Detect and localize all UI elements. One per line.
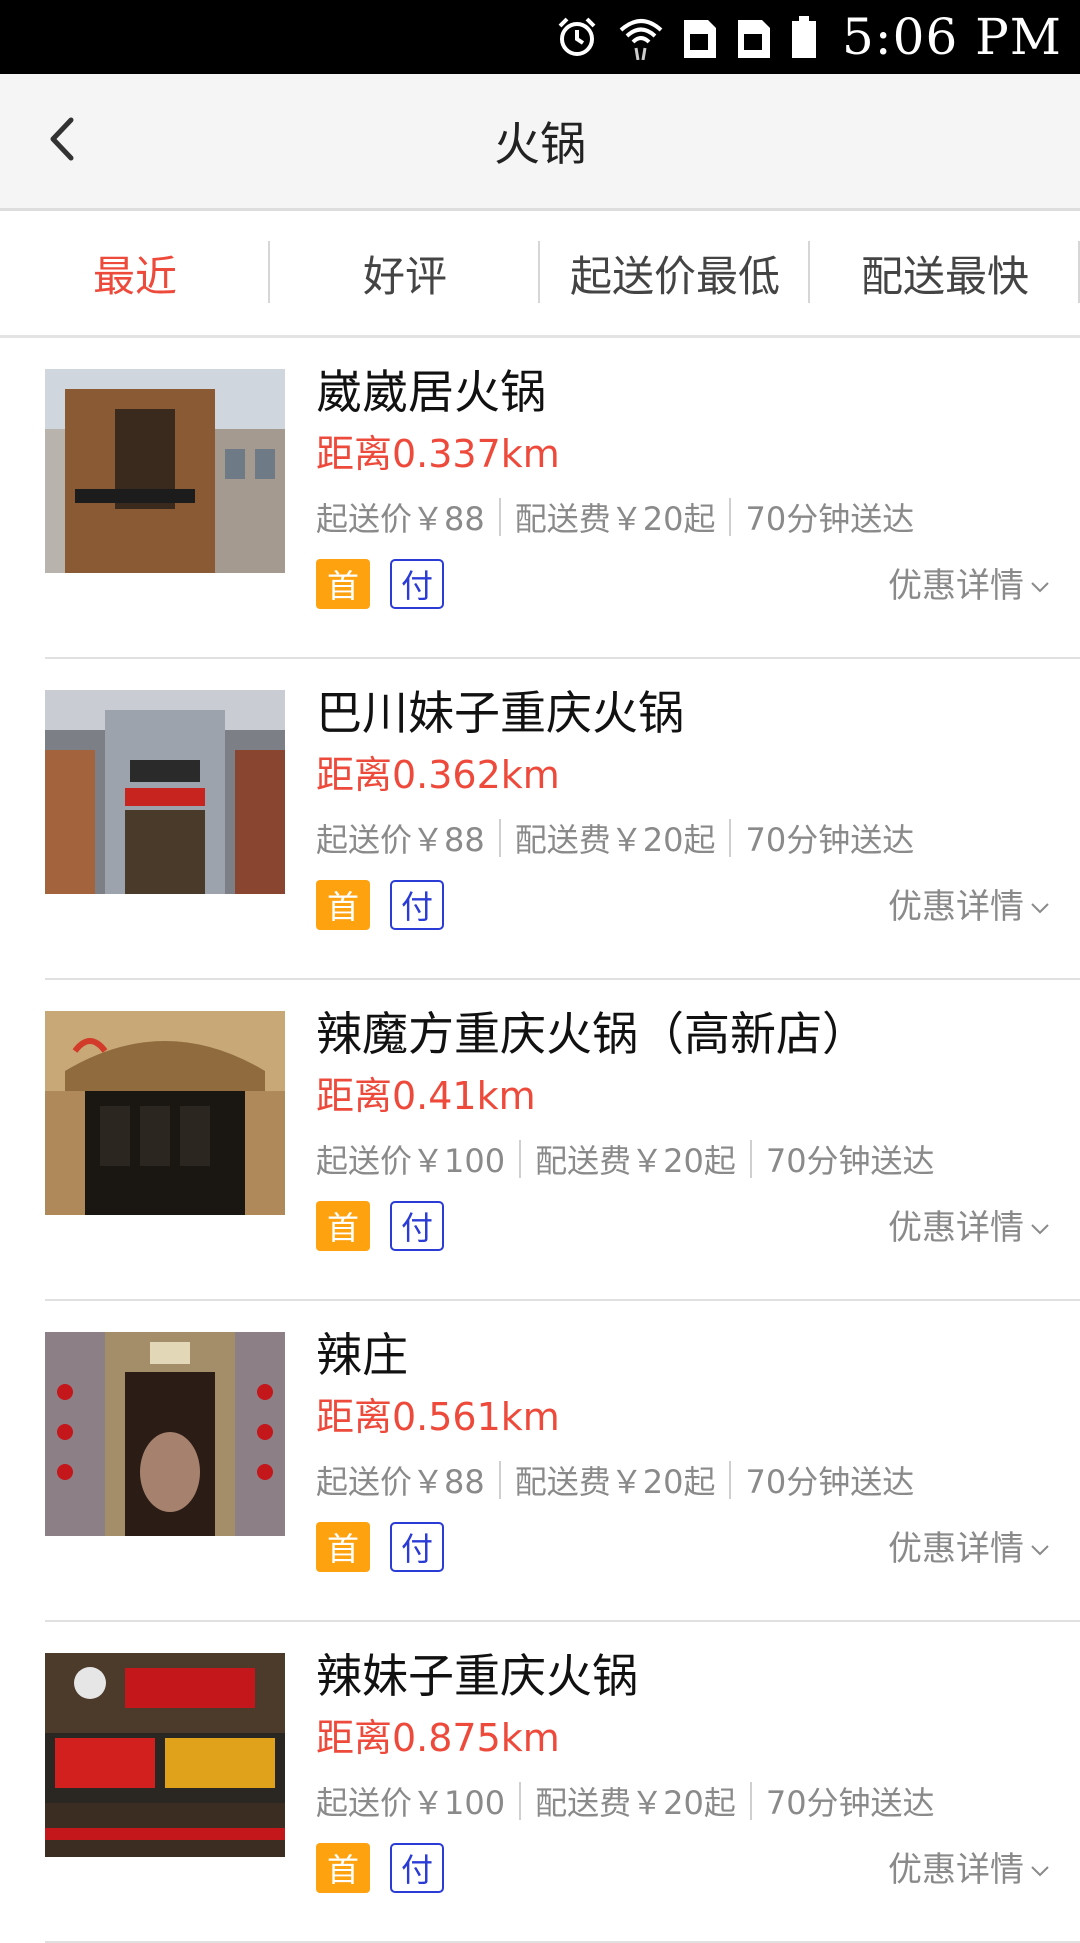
list-item[interactable]: 辣魔方重庆火锅（高新店） 距离0.41km 起送价￥100 配送费￥20起 70… (0, 980, 1080, 1301)
first-order-badge: 首 (316, 1201, 370, 1251)
online-pay-badge: 付 (390, 880, 444, 930)
delivery-time: 70分钟送达 (765, 1784, 935, 1822)
sim-card-icon (682, 14, 718, 60)
chevron-down-icon (1030, 1526, 1050, 1566)
min-order: 起送价￥100 (316, 1142, 506, 1180)
min-order: 起送价￥100 (316, 1784, 506, 1822)
restaurant-photo (45, 1011, 285, 1215)
wifi-icon (618, 14, 664, 60)
restaurant-meta: 起送价￥100 配送费￥20起 70分钟送达 (316, 1134, 1060, 1184)
status-icons: 5:06 PM (554, 0, 1062, 74)
restaurant-distance: 距离0.41km (316, 1074, 536, 1118)
tab-lowest-min-order[interactable]: 起送价最低 (540, 211, 810, 335)
promo-label: 优惠详情 (888, 1850, 1024, 1890)
restaurant-list: 崴崴居火锅 距离0.337km 起送价￥88 配送费￥20起 70分钟送达 首 … (0, 338, 1080, 1943)
divider (498, 819, 501, 857)
divider (498, 1461, 501, 1499)
restaurant-name: 巴川妹子重庆火锅 (316, 686, 684, 740)
restaurant-photo (45, 690, 285, 894)
status-bar: 5:06 PM (0, 0, 1080, 74)
delivery-time: 70分钟送达 (745, 1463, 915, 1501)
header: 火锅 (0, 74, 1080, 211)
restaurant-photo (45, 1653, 285, 1857)
divider (749, 1140, 752, 1178)
alarm-icon (554, 14, 600, 60)
promo-label: 优惠详情 (888, 1529, 1024, 1569)
promo-details-link[interactable]: 优惠详情 (888, 1842, 1050, 1891)
divider (498, 498, 501, 536)
page-title: 火锅 (494, 117, 586, 171)
delivery-fee: 配送费￥20起 (535, 1142, 736, 1180)
restaurant-name: 辣庄 (316, 1328, 408, 1382)
restaurant-name: 崴崴居火锅 (316, 365, 546, 419)
promo-details-link[interactable]: 优惠详情 (888, 1200, 1050, 1249)
first-order-badge: 首 (316, 880, 370, 930)
promo-label: 优惠详情 (888, 566, 1024, 606)
divider (729, 819, 732, 857)
min-order: 起送价￥88 (316, 821, 485, 859)
tab-top-rated[interactable]: 好评 (270, 211, 540, 335)
sort-tabs: 最近 好评 起送价最低 配送最快 (0, 211, 1080, 338)
list-item[interactable]: 辣妹子重庆火锅 距离0.875km 起送价￥100 配送费￥20起 70分钟送达… (0, 1622, 1080, 1943)
promo-details-link[interactable]: 优惠详情 (888, 558, 1050, 607)
list-item[interactable]: 辣庄 距离0.561km 起送价￥88 配送费￥20起 70分钟送达 首 付 优… (0, 1301, 1080, 1622)
restaurant-name: 辣妹子重庆火锅 (316, 1649, 638, 1703)
list-item[interactable]: 巴川妹子重庆火锅 距离0.362km 起送价￥88 配送费￥20起 70分钟送达… (0, 659, 1080, 980)
delivery-time: 70分钟送达 (745, 500, 915, 538)
promo-label: 优惠详情 (888, 1208, 1024, 1248)
restaurant-name: 辣魔方重庆火锅（高新店） (316, 1007, 868, 1061)
restaurant-meta: 起送价￥88 配送费￥20起 70分钟送达 (316, 492, 1060, 542)
restaurant-distance: 距离0.875km (316, 1716, 560, 1760)
promo-details-link[interactable]: 优惠详情 (888, 1521, 1050, 1570)
delivery-fee: 配送费￥20起 (514, 500, 716, 538)
restaurant-meta: 起送价￥100 配送费￥20起 70分钟送达 (316, 1776, 1060, 1826)
delivery-time: 70分钟送达 (765, 1142, 935, 1180)
tab-fastest-delivery[interactable]: 配送最快 (810, 211, 1080, 335)
delivery-fee: 配送费￥20起 (514, 821, 716, 859)
delivery-fee: 配送费￥20起 (514, 1463, 716, 1501)
online-pay-badge: 付 (390, 559, 444, 609)
divider (749, 1782, 752, 1820)
online-pay-badge: 付 (390, 1522, 444, 1572)
promo-details-link[interactable]: 优惠详情 (888, 879, 1050, 928)
min-order: 起送价￥88 (316, 1463, 485, 1501)
online-pay-badge: 付 (390, 1201, 444, 1251)
delivery-fee: 配送费￥20起 (535, 1784, 736, 1822)
online-pay-badge: 付 (390, 1843, 444, 1893)
restaurant-photo (45, 369, 285, 573)
chevron-down-icon (1030, 563, 1050, 603)
restaurant-meta: 起送价￥88 配送费￥20起 70分钟送达 (316, 1455, 1060, 1505)
divider (519, 1140, 522, 1178)
first-order-badge: 首 (316, 559, 370, 609)
restaurant-photo (45, 1332, 285, 1536)
divider (519, 1782, 522, 1820)
chevron-down-icon (1030, 884, 1050, 924)
battery-icon (790, 14, 818, 60)
first-order-badge: 首 (316, 1843, 370, 1893)
first-order-badge: 首 (316, 1522, 370, 1572)
restaurant-distance: 距离0.561km (316, 1395, 560, 1439)
promo-label: 优惠详情 (888, 887, 1024, 927)
restaurant-distance: 距离0.362km (316, 753, 560, 797)
restaurant-meta: 起送价￥88 配送费￥20起 70分钟送达 (316, 813, 1060, 863)
delivery-time: 70分钟送达 (745, 821, 915, 859)
tab-nearest[interactable]: 最近 (0, 211, 270, 335)
chevron-down-icon (1030, 1205, 1050, 1245)
divider (729, 498, 732, 536)
divider (729, 1461, 732, 1499)
status-time: 5:06 PM (841, 8, 1062, 66)
sim-card-icon (736, 14, 772, 60)
restaurant-distance: 距离0.337km (316, 432, 560, 476)
chevron-down-icon (1030, 1847, 1050, 1887)
min-order: 起送价￥88 (316, 500, 485, 538)
list-item[interactable]: 崴崴居火锅 距离0.337km 起送价￥88 配送费￥20起 70分钟送达 首 … (0, 338, 1080, 659)
